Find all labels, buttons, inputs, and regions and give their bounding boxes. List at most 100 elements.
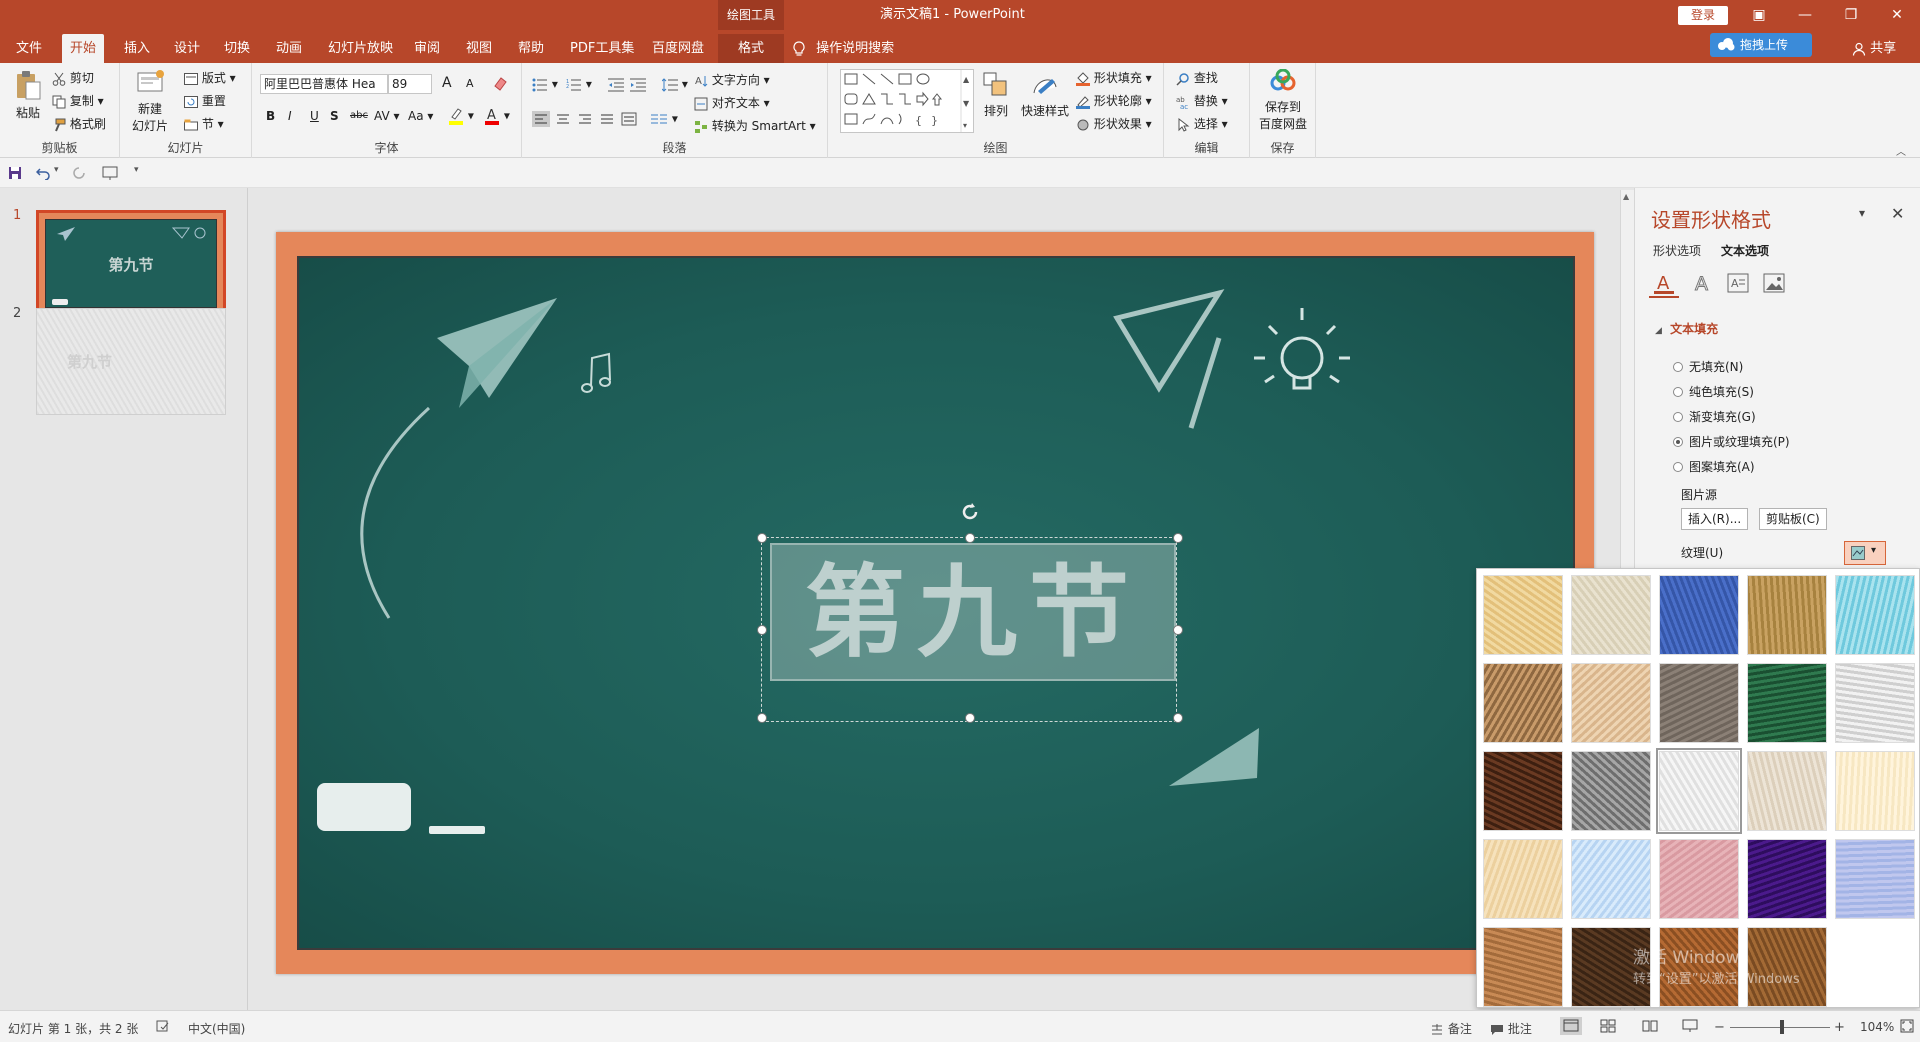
undo-dropdown[interactable]: ▾ bbox=[54, 165, 59, 175]
texture-fish-fossil[interactable] bbox=[1571, 663, 1651, 743]
redo-icon[interactable] bbox=[72, 166, 86, 180]
texture-stationery[interactable] bbox=[1483, 839, 1563, 919]
align-text-button[interactable]: 对齐文本 ▾ bbox=[694, 94, 770, 111]
tab-file[interactable]: 文件 bbox=[8, 34, 50, 63]
save-icon[interactable] bbox=[8, 166, 22, 180]
numbering-button[interactable]: 12 ▾ bbox=[566, 77, 592, 92]
convert-smartart-button[interactable]: 转换为 SmartArt ▾ bbox=[694, 117, 816, 134]
tab-transitions[interactable]: 切换 bbox=[216, 34, 258, 63]
insert-picture-button[interactable]: 插入(R)... bbox=[1681, 508, 1749, 530]
resize-handle[interactable] bbox=[965, 533, 975, 543]
save-to-netdisk-button[interactable]: 保存到 百度网盘 bbox=[1256, 68, 1310, 132]
tab-shape-options[interactable]: 形状选项 bbox=[1653, 242, 1701, 259]
slide-thumbnail-2[interactable]: 第九节 bbox=[36, 308, 226, 415]
texture-canvas[interactable] bbox=[1571, 575, 1651, 655]
text-fill-outline-icon[interactable]: A bbox=[1649, 270, 1679, 298]
tab-home[interactable]: 开始 bbox=[62, 34, 105, 63]
shape-effects-button[interactable]: 形状效果 ▾ bbox=[1076, 115, 1152, 132]
shape-outline-button[interactable]: 形状轮廓 ▾ bbox=[1076, 92, 1152, 109]
normal-view-icon[interactable] bbox=[1560, 1017, 1582, 1035]
tab-animations[interactable]: 动画 bbox=[268, 34, 310, 63]
replace-button[interactable]: ab ac 替换 ▾ bbox=[1176, 92, 1228, 109]
zoom-slider-thumb[interactable] bbox=[1780, 1020, 1784, 1034]
texture-green-marble[interactable] bbox=[1747, 663, 1827, 743]
texture-purple-mesh[interactable] bbox=[1747, 839, 1827, 919]
resize-handle[interactable] bbox=[1173, 533, 1183, 543]
collapse-ribbon-button[interactable]: ︿ bbox=[1896, 143, 1906, 158]
tab-view[interactable]: 视图 bbox=[458, 34, 500, 63]
resize-handle[interactable] bbox=[757, 533, 767, 543]
texture-papyrus[interactable] bbox=[1483, 575, 1563, 655]
align-center-button[interactable] bbox=[554, 111, 572, 127]
fill-option-pattern[interactable]: 图案填充(A) bbox=[1673, 458, 1755, 475]
radio-button[interactable] bbox=[1673, 387, 1683, 397]
language-indicator[interactable]: 中文(中国) bbox=[188, 1020, 245, 1037]
decrease-indent-button[interactable] bbox=[608, 77, 624, 92]
texture-bouquet[interactable] bbox=[1835, 839, 1915, 919]
tab-pdf-tools[interactable]: PDF工具集 bbox=[562, 34, 642, 63]
radio-button[interactable] bbox=[1673, 412, 1683, 422]
resize-handle[interactable] bbox=[757, 625, 767, 635]
cut-button[interactable]: 剪切 bbox=[52, 69, 94, 86]
slide-title[interactable]: 第九节 bbox=[772, 549, 1174, 677]
line-spacing-button[interactable]: ▾ bbox=[662, 77, 688, 92]
radio-button-selected[interactable] bbox=[1673, 437, 1683, 447]
minimize-button[interactable]: — bbox=[1782, 0, 1828, 30]
slide-sorter-icon[interactable] bbox=[1600, 1019, 1616, 1033]
ribbon-display-options-button[interactable]: ▣ bbox=[1736, 0, 1782, 30]
new-slide-button[interactable]: 新建 幻灯片 bbox=[128, 69, 172, 134]
font-name-combo[interactable]: 阿里巴巴普惠体 Hea bbox=[260, 74, 388, 94]
columns-button[interactable]: ▾ bbox=[650, 111, 678, 127]
tab-baidu-netdisk[interactable]: 百度网盘 bbox=[644, 34, 712, 63]
copy-button[interactable]: 复制 ▾ bbox=[52, 92, 104, 109]
italic-button[interactable]: I bbox=[288, 109, 292, 123]
close-window-button[interactable]: ✕ bbox=[1874, 0, 1920, 30]
reading-view-icon[interactable] bbox=[1642, 1019, 1658, 1033]
resize-handle[interactable] bbox=[757, 713, 767, 723]
find-button[interactable]: 查找 bbox=[1176, 69, 1218, 86]
spellcheck-icon[interactable] bbox=[156, 1019, 170, 1033]
texture-parchment[interactable] bbox=[1835, 751, 1915, 831]
shape-fill-button[interactable]: 形状填充 ▾ bbox=[1076, 69, 1152, 86]
texture-brown-marble[interactable] bbox=[1483, 751, 1563, 831]
radio-button[interactable] bbox=[1673, 462, 1683, 472]
font-size-combo[interactable]: 89 bbox=[388, 74, 432, 94]
texture-blue-tissue[interactable] bbox=[1571, 839, 1651, 919]
restore-button[interactable]: ❐ bbox=[1828, 0, 1874, 30]
align-right-button[interactable] bbox=[576, 111, 594, 127]
grow-font-button[interactable]: A bbox=[442, 75, 452, 91]
notes-button[interactable]: 备注 bbox=[1430, 1020, 1472, 1037]
login-button[interactable]: 登录 bbox=[1678, 6, 1728, 25]
upload-button[interactable]: 拖拽上传 bbox=[1710, 33, 1812, 57]
slideshow-view-icon[interactable] bbox=[1682, 1019, 1698, 1033]
texture-denim[interactable] bbox=[1659, 575, 1739, 655]
quick-styles-button[interactable]: 快速样式 bbox=[1020, 71, 1070, 119]
tell-me-search[interactable]: 操作说明搜索 bbox=[792, 34, 894, 63]
customize-qat-button[interactable]: ▾ bbox=[134, 165, 139, 175]
reset-button[interactable]: 重置 bbox=[184, 92, 226, 109]
text-shadow-button[interactable]: S bbox=[330, 109, 339, 123]
texture-cork[interactable] bbox=[1483, 927, 1563, 1007]
rotate-handle-icon[interactable] bbox=[958, 500, 982, 524]
increase-indent-button[interactable] bbox=[630, 77, 646, 92]
texture-newsprint[interactable] bbox=[1656, 748, 1742, 834]
fit-to-window-icon[interactable] bbox=[1900, 1019, 1914, 1033]
fill-option-gradient[interactable]: 渐变填充(G) bbox=[1673, 408, 1756, 425]
highlight-color-button[interactable]: ▾ bbox=[448, 107, 474, 125]
clipboard-button[interactable]: 剪贴板(C) bbox=[1759, 508, 1827, 530]
texture-paper-bag[interactable] bbox=[1483, 663, 1563, 743]
texture-pink-tissue[interactable] bbox=[1659, 839, 1739, 919]
bullets-button[interactable]: ▾ bbox=[532, 77, 558, 92]
bold-button[interactable]: B bbox=[266, 109, 275, 123]
share-button[interactable]: 共享 bbox=[1852, 34, 1896, 63]
fill-option-none[interactable]: 无填充(N) bbox=[1673, 358, 1743, 375]
tab-text-options[interactable]: 文本选项 bbox=[1721, 242, 1769, 259]
fill-option-picture-texture[interactable]: 图片或纹理填充(P) bbox=[1673, 433, 1790, 450]
shrink-font-button[interactable]: A bbox=[466, 77, 474, 90]
zoom-out-button[interactable]: − bbox=[1714, 1020, 1725, 1035]
tab-format[interactable]: 格式 bbox=[718, 34, 784, 63]
texture-recycled-paper[interactable] bbox=[1747, 751, 1827, 831]
align-left-button[interactable] bbox=[532, 111, 550, 127]
texture-woven-mat[interactable] bbox=[1747, 575, 1827, 655]
change-case-button[interactable]: Aa ▾ bbox=[408, 109, 433, 123]
